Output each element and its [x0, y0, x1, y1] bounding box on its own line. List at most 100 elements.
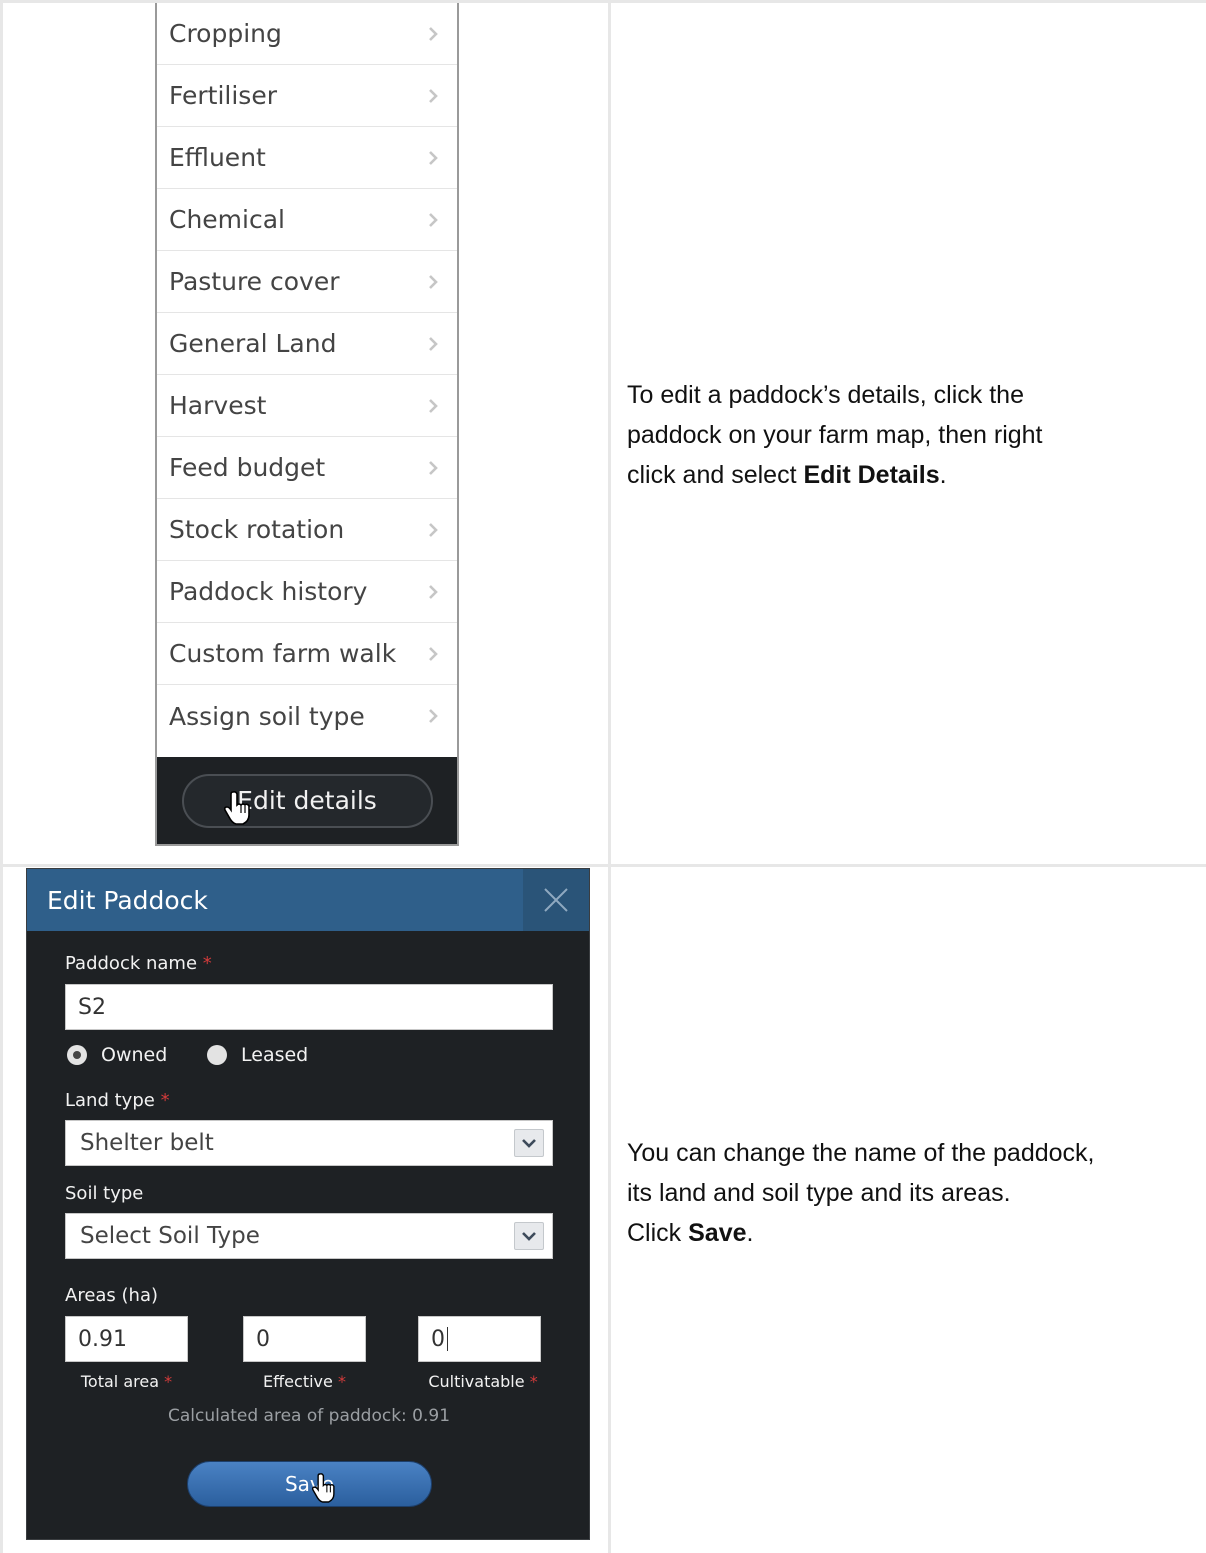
- menu-item-label: Pasture cover: [169, 267, 340, 296]
- close-icon: [544, 888, 568, 912]
- menu-item-general-land[interactable]: General Land: [157, 313, 457, 375]
- menu-item-fertiliser[interactable]: Fertiliser: [157, 65, 457, 127]
- hand-pointer-icon: [312, 1473, 335, 1503]
- instruction-line: paddock on your farm map, then right: [627, 421, 1043, 449]
- total-area-caption: Total area *: [65, 1372, 188, 1391]
- menu-item-effluent[interactable]: Effluent: [157, 127, 457, 189]
- chevron-right-icon: [423, 458, 443, 478]
- select-value: Select Soil Type: [80, 1223, 260, 1249]
- effective-area-input[interactable]: 0: [243, 1316, 366, 1362]
- chevron-right-icon: [423, 520, 443, 540]
- table-row-divider: [0, 864, 1206, 867]
- instruction-line: You can change the name of the paddock,: [627, 1139, 1095, 1167]
- hand-pointer-icon: [223, 790, 250, 825]
- caption-text: Total area: [80, 1372, 160, 1391]
- chevron-right-icon: [423, 210, 443, 230]
- paddock-name-input[interactable]: S2: [65, 984, 553, 1030]
- chevron-right-icon: [423, 272, 443, 292]
- menu-item-custom-farm-walk[interactable]: Custom farm walk: [157, 623, 457, 685]
- total-area-input[interactable]: 0.91: [65, 1316, 188, 1362]
- land-type-label: Land type *: [65, 1090, 170, 1111]
- radio-label: Owned: [101, 1044, 168, 1066]
- menu-item-label: Harvest: [169, 391, 267, 420]
- required-marker: *: [164, 1372, 173, 1391]
- menu-item-label: Fertiliser: [169, 81, 277, 110]
- edit-paddock-dialog: Edit Paddock Paddock name * S2 Owned Lea…: [26, 868, 590, 1540]
- instruction-edit-details: To edit a paddock’s details, click the p…: [627, 375, 1043, 495]
- menu-item-label: General Land: [169, 329, 337, 358]
- chevron-right-icon: [423, 396, 443, 416]
- menu-item-label: Effluent: [169, 143, 266, 172]
- soil-type-select[interactable]: Select Soil Type: [65, 1213, 553, 1259]
- table-border-left: [0, 0, 3, 1553]
- menu-item-label: Assign soil type: [169, 701, 365, 731]
- required-marker: *: [337, 1372, 346, 1391]
- menu-footer: Edit details: [157, 757, 457, 844]
- label-text: Soil type: [65, 1183, 144, 1204]
- label-text: Paddock name: [65, 953, 198, 974]
- chevron-right-icon: [423, 644, 443, 664]
- instruction-text: click and select: [627, 461, 804, 489]
- required-marker: *: [160, 1090, 170, 1111]
- select-value: Shelter belt: [80, 1130, 214, 1156]
- menu-item-label: Stock rotation: [169, 515, 345, 544]
- menu-item-feed-budget[interactable]: Feed budget: [157, 437, 457, 499]
- input-value: 0.91: [78, 1326, 127, 1352]
- close-button[interactable]: [523, 869, 589, 931]
- input-value: 0: [256, 1326, 270, 1352]
- cultivatable-caption: Cultivatable *: [413, 1372, 553, 1391]
- radio-label: Leased: [241, 1044, 309, 1066]
- input-value: 0: [431, 1326, 445, 1352]
- chevron-down-icon: [514, 1222, 544, 1250]
- menu-item-label: Custom farm walk: [169, 639, 397, 668]
- required-marker: *: [529, 1372, 538, 1391]
- dialog-title: Edit Paddock: [47, 885, 208, 915]
- chevron-right-icon: [423, 148, 443, 168]
- instruction-text: .: [746, 1219, 754, 1247]
- text-caret: [447, 1327, 448, 1351]
- menu-item-label: Paddock history: [169, 577, 368, 606]
- menu-item-paddock-history[interactable]: Paddock history: [157, 561, 457, 623]
- label-text: Areas (ha): [65, 1285, 159, 1306]
- menu-item-harvest[interactable]: Harvest: [157, 375, 457, 437]
- leased-radio[interactable]: Leased: [207, 1044, 308, 1066]
- caption-text: Effective: [263, 1372, 333, 1391]
- instruction-line: click and select Edit Details.: [627, 455, 1043, 495]
- instruction-bold: Edit Details: [803, 461, 940, 489]
- edit-details-label: Edit details: [237, 786, 377, 815]
- menu-item-label: Feed budget: [169, 453, 326, 482]
- edit-details-button[interactable]: Edit details: [181, 773, 433, 828]
- chevron-right-icon: [423, 706, 443, 726]
- instruction-bold: Save: [688, 1219, 747, 1247]
- menu-item-cropping[interactable]: Cropping: [157, 3, 457, 65]
- paddock-name-label: Paddock name *: [65, 953, 212, 974]
- input-value: S2: [78, 994, 106, 1020]
- land-type-select[interactable]: Shelter belt: [65, 1120, 553, 1166]
- chevron-right-icon: [423, 582, 443, 602]
- table-column-divider: [608, 0, 611, 1553]
- menu-item-label: Chemical: [169, 205, 285, 234]
- instruction-line: its land and soil type and its areas.: [627, 1179, 1011, 1207]
- instruction-save: You can change the name of the paddock, …: [627, 1133, 1095, 1253]
- instruction-text: .: [939, 461, 947, 489]
- instruction-text: Click: [627, 1219, 689, 1247]
- effective-caption: Effective *: [243, 1372, 366, 1391]
- caption-text: Cultivatable: [428, 1372, 525, 1391]
- menu-item-assign-soil-type[interactable]: Assign soil type: [157, 685, 457, 747]
- label-text: Land type: [65, 1090, 155, 1111]
- owned-radio[interactable]: Owned: [67, 1044, 167, 1066]
- menu-item-stock-rotation[interactable]: Stock rotation: [157, 499, 457, 561]
- soil-type-label: Soil type: [65, 1183, 143, 1204]
- areas-label: Areas (ha): [65, 1285, 158, 1306]
- instruction-line: Click Save.: [627, 1213, 1095, 1253]
- radio-checked-icon: [67, 1045, 87, 1065]
- cultivatable-area-input[interactable]: 0: [418, 1316, 541, 1362]
- paddock-context-menu: Cropping Fertiliser Effluent Chemical Pa…: [155, 3, 459, 846]
- required-marker: *: [202, 953, 212, 974]
- menu-item-chemical[interactable]: Chemical: [157, 189, 457, 251]
- menu-item-pasture-cover[interactable]: Pasture cover: [157, 251, 457, 313]
- chevron-right-icon: [423, 24, 443, 44]
- chevron-down-icon: [514, 1129, 544, 1157]
- calculated-area-text: Calculated area of paddock: 0.91: [167, 1406, 451, 1426]
- save-button[interactable]: Save: [187, 1461, 432, 1507]
